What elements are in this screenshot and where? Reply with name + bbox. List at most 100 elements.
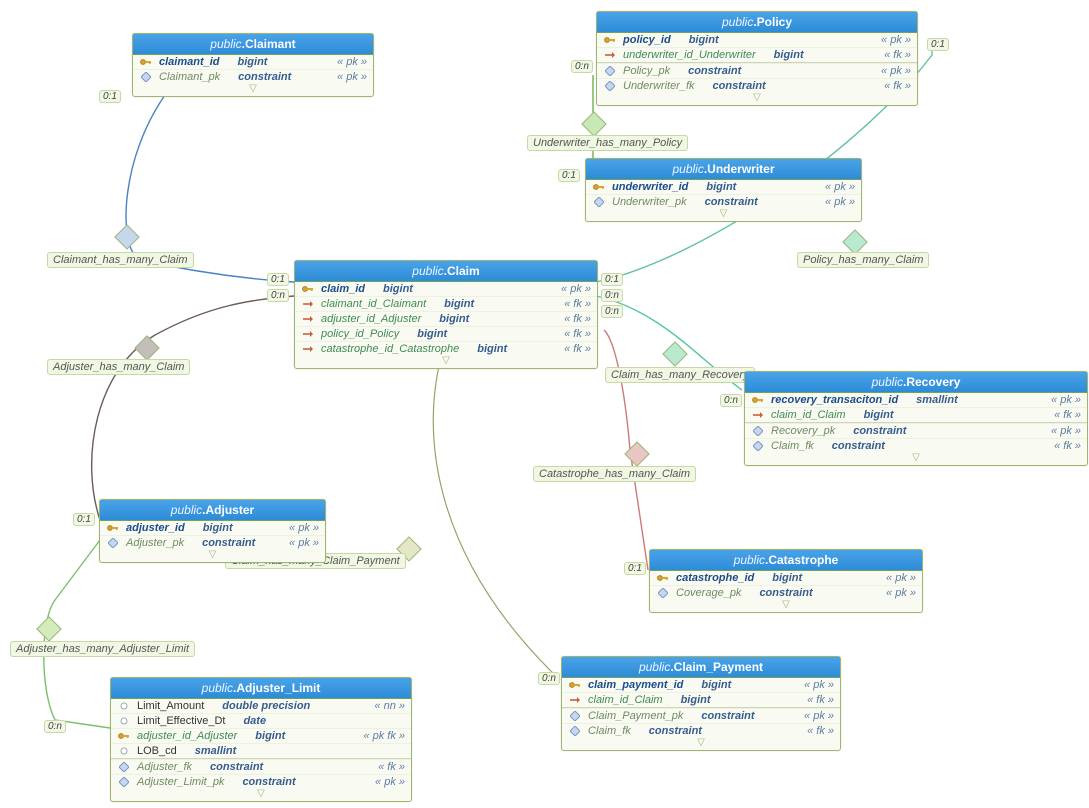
cardinality: 0:n xyxy=(538,672,560,685)
column-type: constraint xyxy=(226,71,323,83)
column-attr: « fk » xyxy=(799,694,834,706)
cardinality: 0:1 xyxy=(927,38,949,51)
column-type: bigint xyxy=(465,343,550,355)
column-row[interactable]: Claim_fkconstraint« fk » xyxy=(745,438,1087,453)
column-type: bigint xyxy=(371,283,547,295)
entity-name: Adjuster_Limit xyxy=(236,681,320,695)
column-row[interactable]: Recovery_pkconstraint« pk » xyxy=(745,423,1087,438)
column-row[interactable]: policy_idbigint« pk » xyxy=(597,33,917,47)
entity-name: Recovery xyxy=(906,375,960,389)
column-row[interactable]: underwriter_id_Underwriterbigint« fk » xyxy=(597,47,917,62)
column-type: constraint xyxy=(190,537,275,549)
column-type: constraint xyxy=(820,440,1040,452)
resize-handle-icon: ▽ xyxy=(597,93,917,105)
column-name: claim_id_Claim xyxy=(588,694,663,706)
cardinality: 0:1 xyxy=(267,273,289,286)
column-attr: « fk » xyxy=(799,725,834,737)
column-type: bigint xyxy=(689,679,790,691)
fk-icon xyxy=(568,695,582,705)
column-type: smallint xyxy=(183,745,391,757)
column-row[interactable]: claimant_id_Claimantbigint« fk » xyxy=(295,296,597,311)
resize-handle-icon: ▽ xyxy=(650,600,922,612)
rel-diamond xyxy=(36,616,61,641)
column-row[interactable]: adjuster_id_Adjusterbigint« pk fk » xyxy=(111,728,411,743)
column-row[interactable]: recovery_transaciton_idsmallint« pk » xyxy=(745,393,1087,407)
column-row[interactable]: Policy_pkconstraint« pk » xyxy=(597,63,917,78)
column-row[interactable]: claim_idbigint« pk » xyxy=(295,282,597,296)
column-name: Underwriter_fk xyxy=(623,80,695,92)
column-row[interactable]: Claim_Payment_pkconstraint« pk » xyxy=(562,708,840,723)
column-type: smallint xyxy=(904,394,1037,406)
column-row[interactable]: Adjuster_Limit_pkconstraint« pk » xyxy=(111,774,411,789)
column-row[interactable]: claim_id_Claimbigint« fk » xyxy=(745,407,1087,422)
column-name: adjuster_id_Adjuster xyxy=(137,730,237,742)
key-icon xyxy=(301,284,315,294)
column-type: bigint xyxy=(852,409,1041,421)
column-row[interactable]: Claimant_pkconstraint« pk » xyxy=(133,69,373,84)
column-attr: « nn » xyxy=(366,700,405,712)
column-row[interactable]: Adjuster_pkconstraint« pk » xyxy=(100,535,325,550)
entity-claim_payment[interactable]: public.Claim_Paymentclaim_payment_idbigi… xyxy=(561,656,841,751)
entity-recovery[interactable]: public.Recoveryrecovery_transaciton_idsm… xyxy=(744,371,1088,466)
column-row[interactable]: claim_id_Claimbigint« fk » xyxy=(562,692,840,707)
entity-name: Catastrophe xyxy=(768,553,838,567)
rel-diamond xyxy=(624,441,649,466)
entity-title: public.Claim xyxy=(295,261,597,282)
column-name: Coverage_pk xyxy=(676,587,741,599)
column-row[interactable]: underwriter_idbigint« pk » xyxy=(586,180,861,194)
chip-icon xyxy=(656,588,670,598)
cardinality: 0:n xyxy=(267,289,289,302)
column-row[interactable]: Adjuster_fkconstraint« fk » xyxy=(111,759,411,774)
column-row[interactable]: Underwriter_pkconstraint« pk » xyxy=(586,194,861,209)
column-type: bigint xyxy=(677,34,867,46)
entity-adjuster[interactable]: public.Adjusteradjuster_idbigint« pk »Ad… xyxy=(99,499,326,563)
key-icon xyxy=(117,731,131,741)
column-name: claim_payment_id xyxy=(588,679,683,691)
column-row[interactable]: Claim_fkconstraint« fk » xyxy=(562,723,840,738)
entity-title: public.Claimant xyxy=(133,34,373,55)
column-row[interactable]: policy_id_Policybigint« fk » xyxy=(295,326,597,341)
chip-icon xyxy=(603,66,617,76)
entity-adjuster_limit[interactable]: public.Adjuster_LimitLimit_Amountdouble … xyxy=(110,677,412,802)
column-attr: « pk » xyxy=(873,65,911,77)
entity-claimant[interactable]: public.Claimantclaimant_idbigint« pk » Cl… xyxy=(132,33,374,97)
rel-label: Adjuster_has_many_Adjuster_Limit xyxy=(10,641,195,657)
column-name: Claim_Payment_pk xyxy=(588,710,683,722)
column-row[interactable]: catastrophe_id_Catastrophebigint« fk » xyxy=(295,341,597,356)
column-type: constraint xyxy=(637,725,793,737)
column-attr: « pk » xyxy=(817,196,855,208)
column-row[interactable]: Coverage_pk constraint « pk » xyxy=(650,585,922,600)
column-attr: « pk » xyxy=(281,537,319,549)
column-name: Claimant_pk xyxy=(159,71,220,83)
column-attr: « fk » xyxy=(556,313,591,325)
column-attr: « fk » xyxy=(556,298,591,310)
cardinality: 0:n xyxy=(44,720,66,733)
column-row[interactable]: adjuster_idbigint« pk » xyxy=(100,521,325,535)
cardinality: 0:n xyxy=(601,289,623,302)
entity-catastrophe[interactable]: public.Catastrophecatastrophe_idbigint« … xyxy=(649,549,923,613)
column-type: constraint xyxy=(689,710,790,722)
column-row[interactable]: catastrophe_idbigint« pk » xyxy=(650,571,922,585)
column-attr: « pk » xyxy=(878,587,916,599)
column-row[interactable]: Limit_Amountdouble precision« nn » xyxy=(111,699,411,713)
entity-claim[interactable]: public.Claimclaim_idbigint« pk »claimant… xyxy=(294,260,598,369)
dot-icon xyxy=(117,702,131,710)
entity-underwriter[interactable]: public.Underwriterunderwriter_idbigint« … xyxy=(585,158,862,222)
column-type: constraint xyxy=(198,761,364,773)
column-attr: « fk » xyxy=(370,761,405,773)
column-row[interactable]: claimant_idbigint« pk » xyxy=(133,55,373,69)
column-type: double precision xyxy=(210,700,360,712)
column-row[interactable]: Underwriter_fkconstraint« fk » xyxy=(597,78,917,93)
column-row[interactable]: claim_payment_idbigint« pk » xyxy=(562,678,840,692)
column-type: constraint xyxy=(747,587,872,599)
column-row[interactable]: Limit_Effective_Dtdate xyxy=(111,713,411,728)
entity-policy[interactable]: public.Policypolicy_idbigint« pk »underw… xyxy=(596,11,918,106)
schema-label: public xyxy=(872,375,903,389)
column-row[interactable]: adjuster_id_Adjusterbigint« fk » xyxy=(295,311,597,326)
column-type: bigint xyxy=(694,181,811,193)
column-type: bigint xyxy=(243,730,349,742)
key-icon xyxy=(568,680,582,690)
column-type: bigint xyxy=(405,328,550,340)
column-row[interactable]: LOB_cdsmallint xyxy=(111,743,411,758)
fk-icon xyxy=(301,344,315,354)
